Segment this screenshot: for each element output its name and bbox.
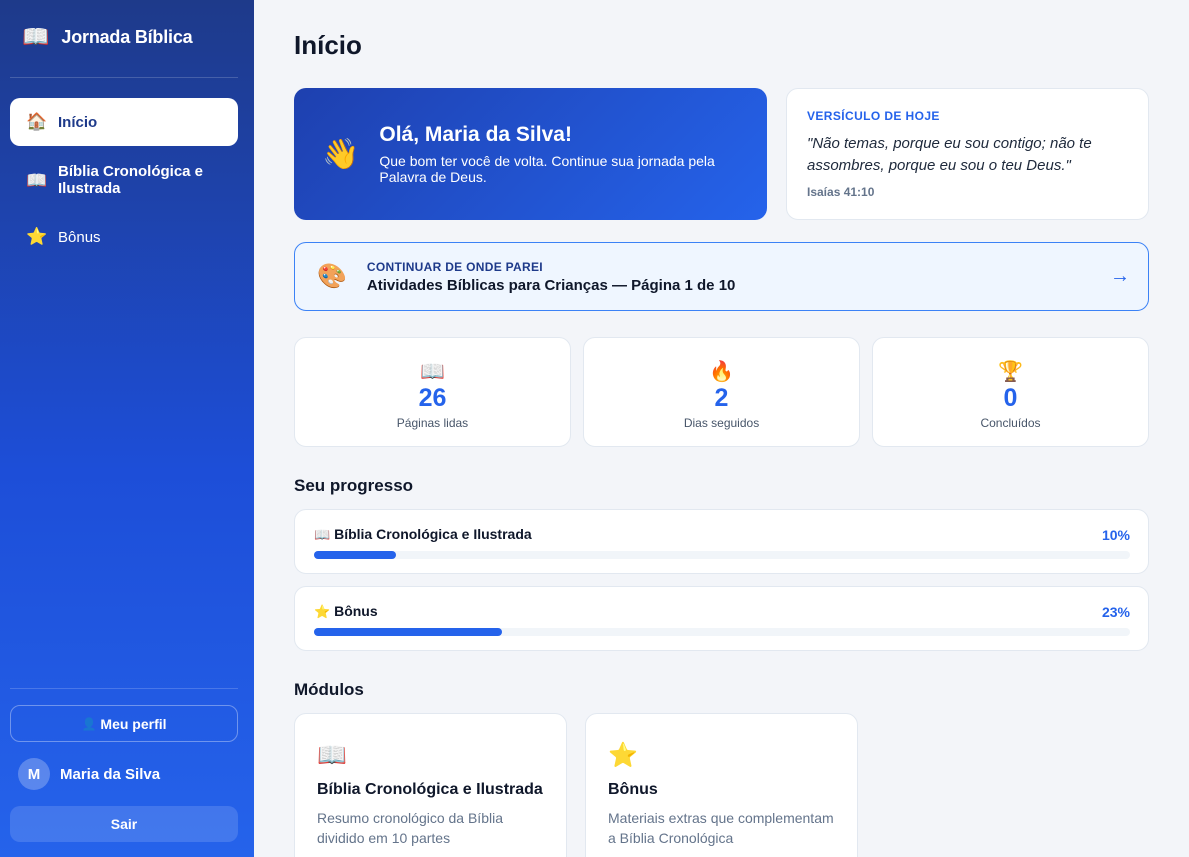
stat-value: 26 [418,384,447,412]
sidebar-item-biblia[interactable]: 📖 Bíblia Cronológica e Ilustrada [10,156,238,204]
fire-icon: 🔥 [709,361,734,383]
modules-section-title: Módulos [294,680,364,699]
progress-percent: 23% [1101,603,1130,620]
progress-card-biblia: 📖 Bíblia Cronológica e Ilustrada 10% [294,509,1149,574]
module-title: Bíblia Cronológica e Ilustrada [317,781,543,798]
user-info: M Maria da Silva [18,758,160,790]
open-book-icon: 📖 [26,170,48,190]
sidebar-item-bonus[interactable]: ⭐ Bônus [10,216,238,258]
profile-button[interactable]: 👤 Meu perfil [10,705,238,742]
avatar: M [18,758,50,790]
user-name: Maria da Silva [60,765,161,783]
stat-label: Páginas lidas [396,416,469,430]
sidebar-item-inicio[interactable]: 🏠 Início [10,98,238,146]
stat-value: 0 [1003,384,1018,412]
star-icon: ⭐ [608,742,638,769]
sidebar: 📖 Jornada Bíblica 🏠 Início 📖 Bíblia Cron… [0,0,254,857]
sidebar-item-label: Bíblia Cronológica e Ilustrada [58,163,204,197]
continue-label: CONTINUAR DE ONDE PAREI [366,259,543,274]
stat-card-completed: 🏆 0 Concluídos [872,337,1149,447]
progress-name: Bônus [334,603,378,619]
progress-name-row: 📖 Bíblia Cronológica e Ilustrada [314,526,532,543]
welcome-greeting: Olá, Maria da Silva! [379,123,572,146]
person-icon: 👤 [81,716,97,731]
verse-label: VERSÍCULO DE HOJE [807,109,940,123]
progress-name-row: ⭐ Bônus [314,603,378,620]
waving-hand-icon: 👋 [322,137,360,171]
app-name: Jornada Bíblica [61,26,193,47]
divider [10,77,238,78]
progress-name: Bíblia Cronológica e Ilustrada [334,526,532,542]
logout-button[interactable]: Sair [10,806,238,842]
welcome-message: Que bom ter você de volta. Continue sua … [379,153,715,185]
trophy-icon: 🏆 [998,361,1023,383]
verse-card: VERSÍCULO DE HOJE "Não temas, porque eu … [786,88,1149,220]
stat-card-streak: 🔥 2 Dias seguidos [583,337,860,447]
progress-track [314,551,1130,559]
welcome-card: 👋 Olá, Maria da Silva! Que bom ter você … [294,88,767,220]
continue-title: Atividades Bíblicas para Crianças — Pági… [366,276,736,294]
open-book-icon: 📖 [22,24,50,49]
stat-value: 2 [714,384,729,412]
page-title: Início [294,30,362,60]
verse-reference: Isaías 41:10 [807,185,875,199]
star-icon: ⭐ [26,227,48,246]
profile-button-label: Meu perfil [100,715,167,732]
module-description: Resumo cronológico da Bíblia dividido em… [317,810,503,846]
stat-card-pages: 📖 26 Páginas lidas [294,337,571,447]
sidebar-item-label: Bônus [58,228,101,246]
star-icon: ⭐ [314,604,331,619]
stat-label: Dias seguidos [683,416,760,430]
module-title: Bônus [608,781,658,798]
palette-icon: 🎨 [317,263,347,290]
progress-fill [314,551,396,559]
progress-track [314,628,1130,636]
open-book-icon: 📖 [314,527,331,542]
stat-label: Concluídos [980,416,1041,430]
progress-fill [314,628,502,636]
continue-reading-card[interactable]: 🎨 CONTINUAR DE ONDE PAREI Atividades Bíb… [294,242,1149,311]
module-description: Materiais extras que complementam a Bíbl… [608,810,834,846]
divider [10,688,238,689]
module-card-bonus[interactable]: ⭐ Bônus Materiais extras que complementa… [585,713,858,857]
open-book-icon: 📖 [420,361,445,383]
progress-card-bonus: ⭐ Bônus 23% [294,586,1149,651]
progress-section-title: Seu progresso [294,476,414,495]
house-icon: 🏠 [26,112,48,131]
sidebar-item-label: Início [58,113,98,131]
verse-text: "Não temas, porque eu sou contigo; não t… [807,135,1092,174]
progress-percent: 10% [1101,526,1130,543]
brand[interactable]: 📖 Jornada Bíblica [22,24,193,49]
module-card-biblia[interactable]: 📖 Bíblia Cronológica e Ilustrada Resumo … [294,713,567,857]
open-book-icon: 📖 [317,742,347,769]
arrow-right-icon[interactable]: → [1110,265,1130,288]
